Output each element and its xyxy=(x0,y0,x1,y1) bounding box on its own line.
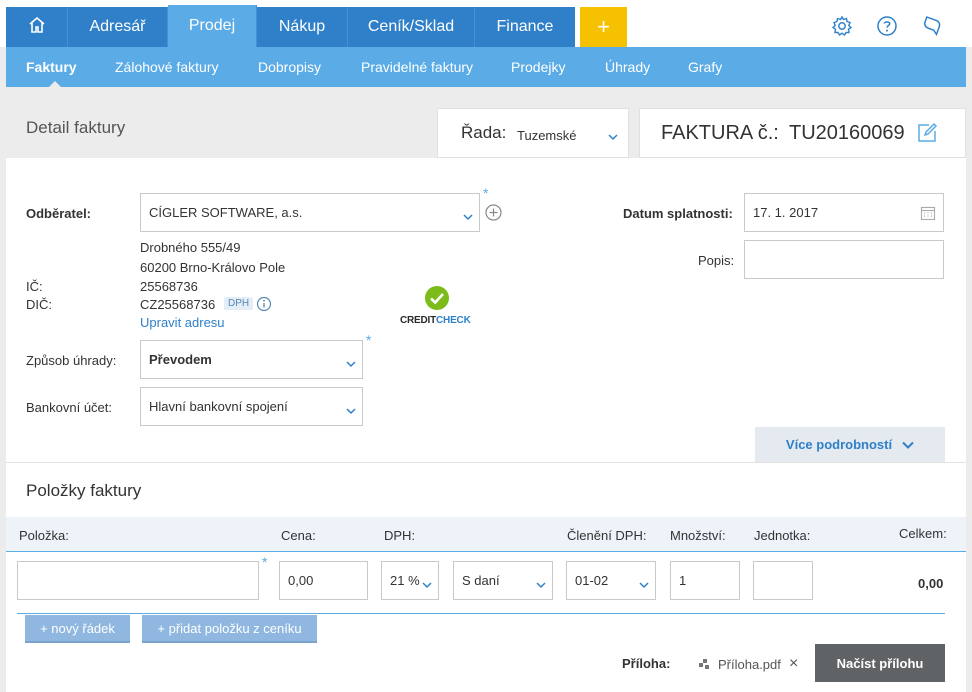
required-mark: * xyxy=(262,554,268,570)
add-new-button[interactable]: + xyxy=(580,7,627,47)
menu-finance[interactable]: Finance xyxy=(475,7,575,47)
chevron-down-icon xyxy=(608,129,618,144)
attachment-label: Příloha: xyxy=(622,656,671,671)
edit-icon[interactable] xyxy=(916,122,938,147)
menu-prodej[interactable]: Prodej xyxy=(168,5,257,47)
zpusob-uhrady-value: Převodem xyxy=(149,352,212,367)
top-navigation: Adresář Prodej Nákup Ceník/Sklad Finance… xyxy=(0,0,972,47)
remove-attachment-icon[interactable]: × xyxy=(789,655,798,673)
dic-label: DIČ: xyxy=(26,297,52,312)
zpusob-uhrady-label: Způsob úhrady: xyxy=(26,353,117,368)
home-button[interactable] xyxy=(6,7,68,47)
gear-icon[interactable] xyxy=(831,15,853,37)
cleneni-dph-select[interactable]: 01-02 xyxy=(566,561,656,600)
bankovni-ucet-value: Hlavní bankovní spojení xyxy=(149,399,288,414)
invoice-number-box: FAKTURA č.: TU20160069 xyxy=(639,108,966,158)
divider xyxy=(6,462,966,463)
more-details-label: Více podrobností xyxy=(785,437,893,452)
datum-splatnosti-input[interactable]: 17. 1. 2017 xyxy=(744,193,944,232)
load-attachment-button[interactable]: Načíst přílohu xyxy=(815,644,945,682)
active-tab-caret xyxy=(49,81,61,87)
info-icon[interactable] xyxy=(256,296,272,315)
tab-prodejky[interactable]: Prodejky xyxy=(511,47,565,87)
col-jednotka: Jednotka: xyxy=(754,528,811,543)
odberatel-select[interactable]: CÍGLER SOFTWARE, a.s. xyxy=(140,193,480,232)
items-table-header: Položka: Cena: DPH: Členění DPH: Množstv… xyxy=(6,517,966,552)
col-dph: DPH: xyxy=(384,528,416,543)
col-polozka: Položka: xyxy=(19,528,69,543)
invoice-label: FAKTURA č.: xyxy=(661,122,779,144)
polozka-input[interactable] xyxy=(17,561,259,600)
dph-badge: DPH xyxy=(224,297,254,310)
datum-splatnosti-label: Datum splatnosti: xyxy=(623,206,733,221)
col-celkem: Celkem: xyxy=(899,526,947,541)
chevron-down-icon xyxy=(639,577,649,588)
menu-nakup[interactable]: Nákup xyxy=(257,7,348,47)
required-mark: * xyxy=(366,332,372,348)
more-details-button[interactable]: Více podrobností xyxy=(755,427,945,462)
ic-label: IČ: xyxy=(26,279,43,294)
add-circle-icon[interactable] xyxy=(485,204,502,224)
col-cena: Cena: xyxy=(281,528,316,543)
address-line1: Drobného 555/49 xyxy=(140,240,241,255)
add-row-button[interactable]: + nový řádek xyxy=(25,615,130,643)
required-mark: * xyxy=(483,185,489,201)
chevron-down-icon xyxy=(902,437,914,452)
invoice-number: TU20160069 xyxy=(789,122,905,144)
ic-value: 25568736 xyxy=(140,279,198,294)
tab-pravidelne-faktury[interactable]: Pravidelné faktury xyxy=(361,47,473,87)
chevron-down-icon xyxy=(463,209,473,220)
dph-select[interactable]: 21 % xyxy=(381,561,439,600)
jednotka-input[interactable] xyxy=(753,561,813,600)
attachment-file[interactable]: Příloha.pdf xyxy=(718,657,781,672)
rada-selector[interactable]: Řada: Tuzemské xyxy=(437,108,629,158)
mnozstvi-input[interactable]: 1 xyxy=(670,561,740,600)
col-mnozstvi: Množství: xyxy=(670,528,726,543)
file-icon xyxy=(699,658,710,673)
chevron-down-icon xyxy=(346,356,356,367)
popis-input[interactable] xyxy=(744,240,944,279)
rada-label: Řada: xyxy=(461,123,507,142)
check-circle-icon xyxy=(424,285,450,314)
address-line2: 60200 Brno-Královo Pole xyxy=(140,260,286,275)
chevron-down-icon xyxy=(536,577,546,588)
tab-dobropisy[interactable]: Dobropisy xyxy=(258,47,321,87)
odberatel-value: CÍGLER SOFTWARE, a.s. xyxy=(149,205,303,220)
odberatel-label: Odběratel: xyxy=(26,206,92,221)
col-cleneni-dph: Členění DPH: xyxy=(567,528,647,543)
tab-uhrady[interactable]: Úhrady xyxy=(605,47,650,87)
add-from-pricelist-button[interactable]: + přidat položku z ceníku xyxy=(142,615,317,643)
chevron-down-icon xyxy=(422,577,432,588)
cena-input[interactable]: 0,00 xyxy=(279,561,368,600)
edit-address-link[interactable]: Upravit adresu xyxy=(140,315,225,330)
page-title: Detail faktury xyxy=(26,118,126,137)
creditcheck-logo: CREDITCHECK xyxy=(400,315,471,326)
bankovni-ucet-label: Bankovní účet: xyxy=(26,400,112,415)
celkem-value: 0,00 xyxy=(918,576,944,591)
menu-cenik-sklad[interactable]: Ceník/Sklad xyxy=(348,7,475,47)
typ-ceny-select[interactable]: S daní xyxy=(453,561,553,600)
tab-zalohove-faktury[interactable]: Zálohové faktury xyxy=(115,47,219,87)
zpusob-uhrady-select[interactable]: Převodem xyxy=(140,340,363,379)
chat-icon[interactable] xyxy=(920,15,942,37)
help-icon[interactable] xyxy=(876,15,898,37)
rada-value: Tuzemské xyxy=(517,128,577,143)
divider xyxy=(17,613,945,614)
chevron-down-icon xyxy=(346,403,356,414)
datum-splatnosti-value: 17. 1. 2017 xyxy=(753,205,819,220)
main-menu: Adresář Prodej Nákup Ceník/Sklad Finance xyxy=(6,5,575,47)
sub-navigation: Faktury Zálohové faktury Dobropisy Pravi… xyxy=(6,47,966,87)
popis-label: Popis: xyxy=(698,253,735,268)
calendar-icon[interactable] xyxy=(920,205,936,224)
items-title: Položky faktury xyxy=(26,481,142,500)
bankovni-ucet-select[interactable]: Hlavní bankovní spojení xyxy=(140,387,363,426)
menu-adresar[interactable]: Adresář xyxy=(68,7,168,47)
dic-value: CZ25568736 xyxy=(140,297,216,312)
tab-grafy[interactable]: Grafy xyxy=(688,47,722,87)
home-icon xyxy=(27,15,47,40)
